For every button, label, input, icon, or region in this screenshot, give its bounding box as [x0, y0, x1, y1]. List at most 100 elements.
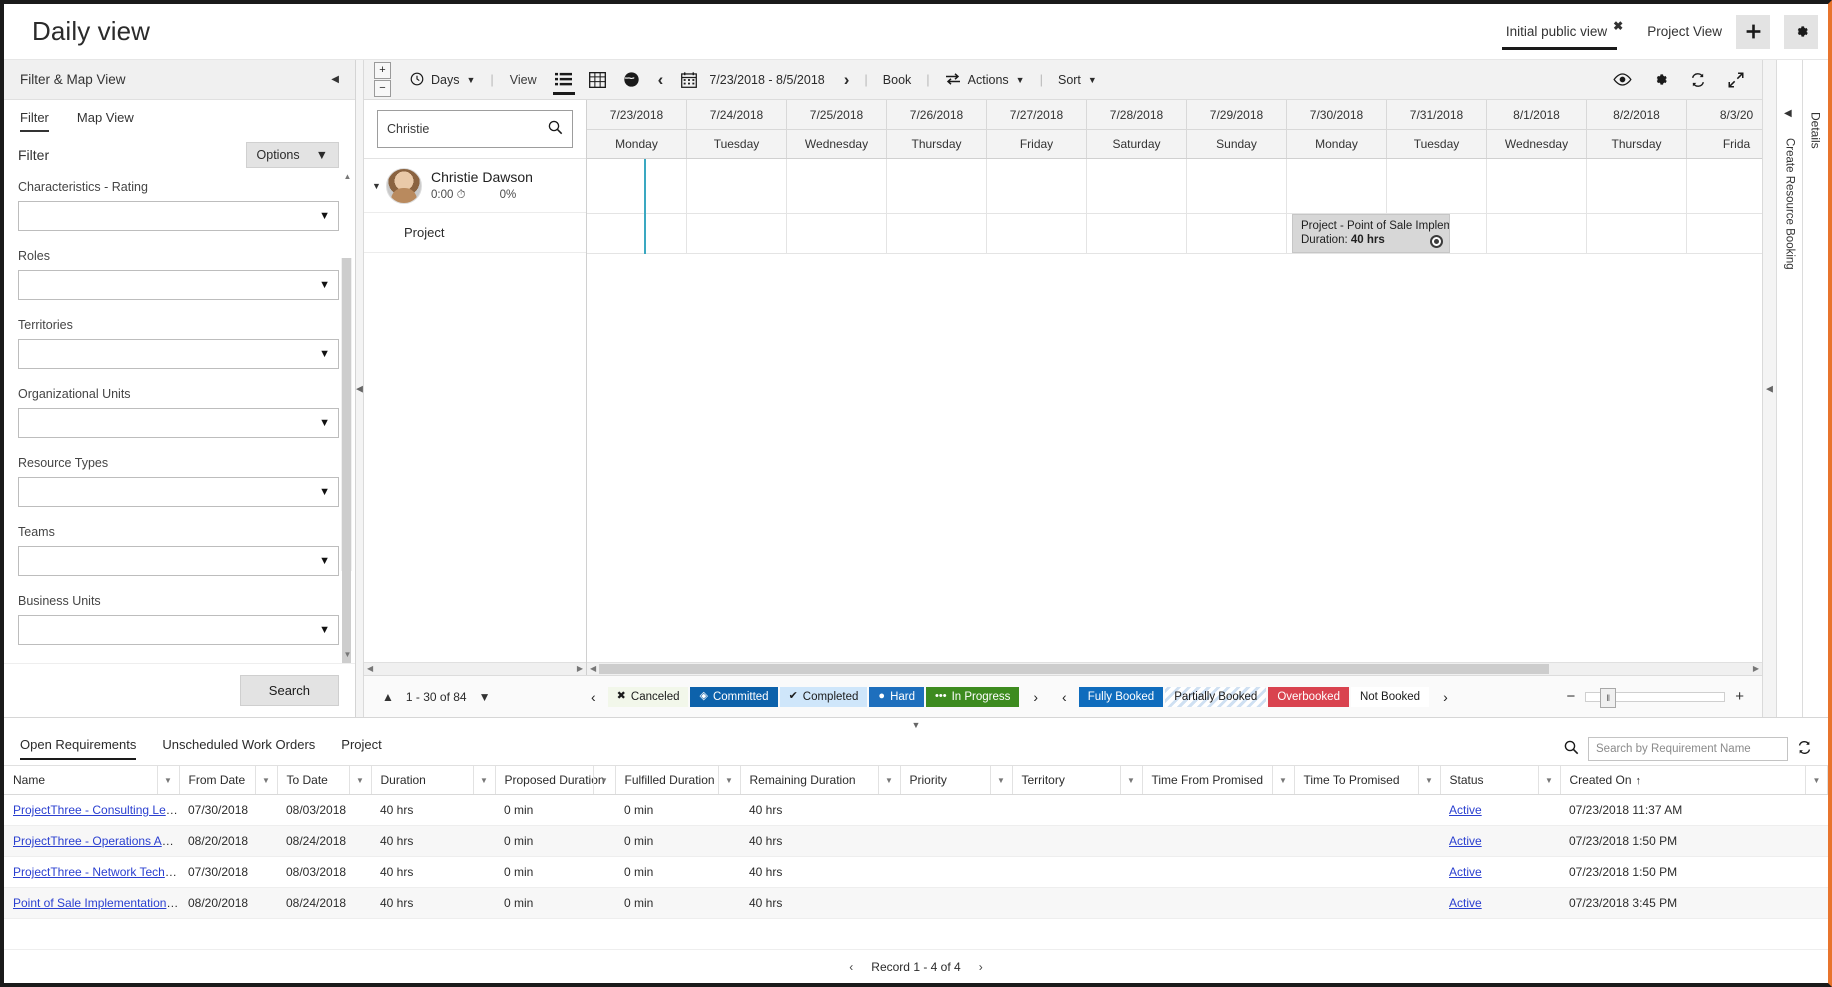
- requirement-link[interactable]: ProjectThree - Operations Analyst: [13, 834, 179, 848]
- column-header-to-date[interactable]: To Date▼: [277, 766, 371, 795]
- board-settings-button[interactable]: [1644, 64, 1676, 96]
- calendar-hscrollbar[interactable]: ◀ ▶: [587, 662, 1762, 675]
- resource-hscrollbar[interactable]: ◀ ▶: [364, 662, 586, 675]
- options-button[interactable]: Options ▼: [246, 142, 339, 168]
- scrollbar-thumb[interactable]: [342, 258, 351, 663]
- tab-map-view[interactable]: Map View: [77, 110, 134, 132]
- column-header-created-on[interactable]: Created On↑▼: [1560, 766, 1828, 795]
- legend-chip-completed[interactable]: ✔Completed: [780, 687, 868, 707]
- calendar-day-header[interactable]: 7/31/2018Tuesday: [1387, 100, 1487, 158]
- legend-chip-overbooked[interactable]: Overbooked: [1268, 687, 1349, 707]
- legend-booking-next[interactable]: ›: [1431, 689, 1460, 705]
- chevron-left-icon[interactable]: ◀: [1784, 108, 1792, 119]
- view-button-map[interactable]: [615, 60, 649, 99]
- visibility-button[interactable]: [1606, 64, 1638, 96]
- column-header-fulfilled-duration[interactable]: Fulfilled Duration▼: [615, 766, 740, 795]
- collapse-all-button[interactable]: −: [374, 80, 391, 97]
- resource-subrow-project[interactable]: Project: [364, 213, 586, 253]
- resource-row[interactable]: ▼ Christie Dawson 0:00 ⏱ 0%: [364, 159, 586, 213]
- column-header-duration[interactable]: Duration▼: [371, 766, 495, 795]
- filter-field-select[interactable]: ▼: [18, 477, 339, 507]
- column-filter-icon[interactable]: ▼: [1538, 766, 1560, 794]
- view-button-grid[interactable]: [581, 60, 615, 99]
- filter-field-select[interactable]: ▼: [18, 615, 339, 645]
- filter-field-select[interactable]: ▼: [18, 546, 339, 576]
- scroll-up-icon[interactable]: ▲: [342, 174, 353, 181]
- legend-chip-partially-booked[interactable]: Partially Booked: [1165, 687, 1266, 707]
- filter-field-select[interactable]: ▼: [18, 408, 339, 438]
- filter-field-select[interactable]: ▼: [18, 339, 339, 369]
- scroll-left-icon[interactable]: ◀: [590, 664, 596, 673]
- legend-chip-in-progress[interactable]: •••In Progress: [926, 687, 1019, 707]
- column-filter-icon[interactable]: ▼: [718, 766, 740, 794]
- table-row[interactable]: Point of Sale Implementation - O...08/20…: [4, 888, 1828, 919]
- status-link[interactable]: Active: [1449, 865, 1482, 879]
- column-header-time-from-promised[interactable]: Time From Promised▼: [1142, 766, 1294, 795]
- actions-menu[interactable]: Actions ▼: [936, 60, 1034, 99]
- filter-field-select[interactable]: ▼: [18, 201, 339, 231]
- date-range-label[interactable]: 7/23/2018 - 8/5/2018: [699, 73, 834, 87]
- tab-initial-public-view[interactable]: Initial public view ✖: [1502, 4, 1627, 59]
- column-header-remaining-duration[interactable]: Remaining Duration▼: [740, 766, 900, 795]
- requirement-link[interactable]: ProjectThree - Consulting Lead: [13, 803, 179, 817]
- collapse-left-icon[interactable]: ◀: [331, 74, 339, 85]
- prev-page-icon[interactable]: ‹: [849, 960, 853, 974]
- legend-status-prev[interactable]: ‹: [579, 689, 608, 705]
- status-link[interactable]: Active: [1449, 803, 1482, 817]
- view-button-list[interactable]: [547, 60, 581, 99]
- tab-filter[interactable]: Filter: [20, 110, 49, 132]
- requirement-link[interactable]: ProjectThree - Network Technician: [13, 865, 179, 879]
- details-rail[interactable]: Details: [1802, 60, 1828, 717]
- tab-unscheduled-work-orders[interactable]: Unscheduled Work Orders: [162, 737, 315, 760]
- calendar-day-header[interactable]: 8/1/2018Wednesday: [1487, 100, 1587, 158]
- legend-chip-not-booked[interactable]: Not Booked: [1351, 687, 1429, 707]
- calendar-body[interactable]: Project - Point of Sale Implemer Duratio…: [587, 159, 1762, 662]
- calendar-day-header[interactable]: 7/25/2018Wednesday: [787, 100, 887, 158]
- calendar-day-header[interactable]: 7/29/2018Sunday: [1187, 100, 1287, 158]
- close-icon[interactable]: ✖: [1613, 19, 1623, 33]
- search-button[interactable]: Search: [240, 675, 339, 706]
- status-link[interactable]: Active: [1449, 896, 1482, 910]
- tab-open-requirements[interactable]: Open Requirements: [20, 737, 136, 760]
- calendar-picker-button[interactable]: [672, 60, 699, 99]
- requirement-link[interactable]: Point of Sale Implementation - O...: [13, 896, 179, 910]
- requirements-search-input[interactable]: Search by Requirement Name: [1588, 737, 1788, 761]
- scroll-down-icon[interactable]: ▼: [342, 650, 353, 659]
- column-filter-icon[interactable]: ▼: [878, 766, 900, 794]
- search-icon[interactable]: [1564, 740, 1579, 758]
- zoom-in-button[interactable]: +: [1735, 688, 1744, 705]
- page-up-icon[interactable]: ▲: [382, 690, 394, 704]
- refresh-icon[interactable]: [1797, 740, 1812, 758]
- calendar-day-header[interactable]: 7/23/2018Monday: [587, 100, 687, 158]
- column-filter-icon[interactable]: ▼: [1272, 766, 1294, 794]
- column-filter-icon[interactable]: ▼: [473, 766, 495, 794]
- column-filter-icon[interactable]: ▼: [593, 766, 615, 794]
- legend-status-next[interactable]: ›: [1021, 689, 1050, 705]
- table-row[interactable]: ProjectThree - Operations Analyst08/20/2…: [4, 826, 1828, 857]
- status-link[interactable]: Active: [1449, 834, 1482, 848]
- settings-button[interactable]: [1784, 15, 1818, 49]
- legend-chip-committed[interactable]: ◈Committed: [690, 687, 777, 707]
- refresh-button[interactable]: [1682, 64, 1714, 96]
- fullscreen-button[interactable]: [1720, 64, 1752, 96]
- column-header-proposed-duration[interactable]: Proposed Duration▼: [495, 766, 615, 795]
- legend-chip-fully-booked[interactable]: Fully Booked: [1079, 687, 1163, 707]
- zoom-slider[interactable]: ‖: [1585, 692, 1725, 702]
- scroll-left-icon[interactable]: ◀: [367, 664, 373, 673]
- tab-project-view[interactable]: Project View: [1647, 24, 1722, 39]
- column-filter-icon[interactable]: ▼: [1805, 766, 1827, 794]
- column-header-time-to-promised[interactable]: Time To Promised▼: [1294, 766, 1440, 795]
- scroll-right-icon[interactable]: ▶: [1753, 664, 1759, 673]
- column-filter-icon[interactable]: ▼: [349, 766, 371, 794]
- filter-scrollbar[interactable]: [341, 258, 352, 571]
- expand-all-button[interactable]: +: [374, 62, 391, 79]
- resource-search-input[interactable]: Christie: [377, 110, 573, 148]
- page-down-icon[interactable]: ▼: [479, 690, 491, 704]
- add-view-button[interactable]: [1736, 15, 1770, 49]
- next-period-button[interactable]: ›: [835, 60, 859, 99]
- panel-resize-handle[interactable]: ▼: [4, 718, 1828, 732]
- column-filter-icon[interactable]: ▼: [1418, 766, 1440, 794]
- legend-booking-prev[interactable]: ‹: [1050, 689, 1079, 705]
- panel-splitter-right[interactable]: ◀: [1762, 60, 1776, 717]
- calendar-day-header[interactable]: 7/30/2018Monday: [1287, 100, 1387, 158]
